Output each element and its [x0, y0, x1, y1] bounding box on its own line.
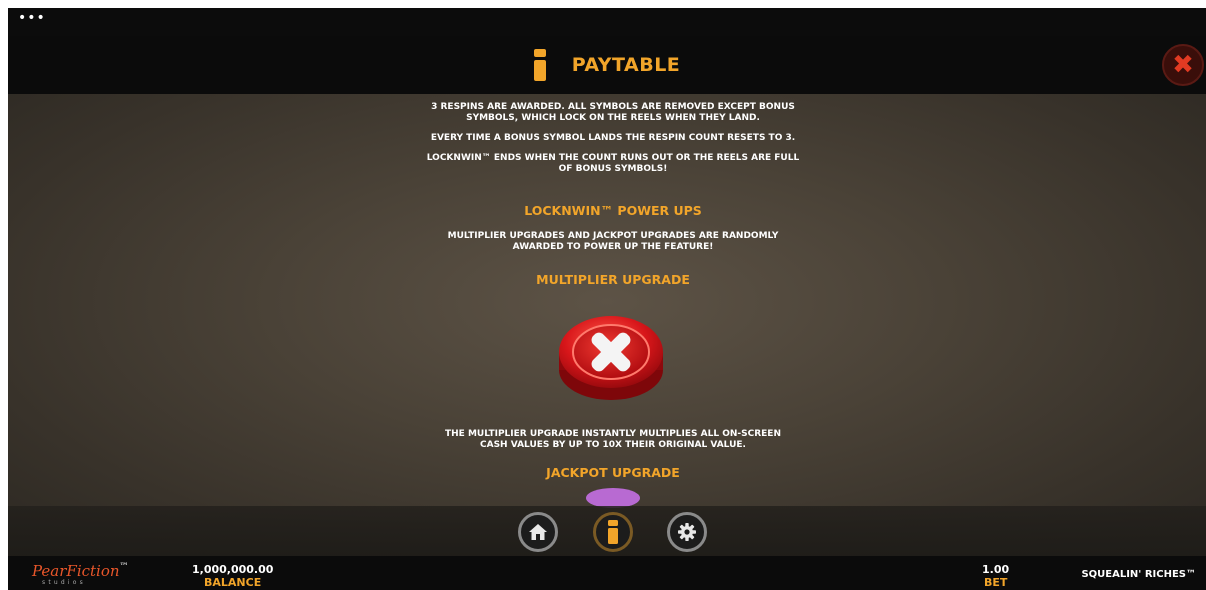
close-icon: ✖	[1172, 50, 1194, 80]
paytable-header: PAYTABLE ✖	[8, 36, 1206, 94]
info-icon	[533, 49, 546, 81]
balance-value: 1,000,000.00	[192, 563, 274, 576]
respin-reset-paragraph: EVERY TIME A BONUS SYMBOL LANDS THE RESP…	[430, 133, 796, 143]
page-title: PAYTABLE	[571, 54, 681, 76]
bet-value: 1.00	[982, 563, 1010, 576]
multiplier-heading: MULTIPLIER UPGRADE	[536, 272, 690, 287]
powerups-heading: LOCKNWIN™ POWER UPS	[524, 203, 702, 218]
studio-logo-sub: studios	[42, 579, 86, 586]
powerups-paragraph: MULTIPLIER UPGRADES AND JACKPOT UPGRADES…	[447, 231, 779, 252]
bet-label: BET	[984, 576, 1008, 589]
studio-logo: PearFiction™	[32, 562, 129, 580]
multiplier-paragraph: THE MULTIPLIER UPGRADE INSTANTLY MULTIPL…	[445, 429, 781, 450]
paytable-content[interactable]: 3 RESPINS ARE AWARDED. ALL SYMBOLS ARE R…	[8, 94, 1206, 556]
home-button[interactable]	[518, 512, 558, 552]
header-title-group: PAYTABLE	[8, 36, 1206, 94]
multiplier-upgrade-symbol	[555, 312, 667, 408]
paytable-nav-bar	[8, 506, 1206, 556]
studio-logo-name: PearFiction	[32, 562, 120, 580]
gear-icon	[678, 523, 696, 541]
info-button[interactable]	[593, 512, 633, 552]
close-button[interactable]: ✖	[1162, 44, 1204, 86]
game-footer: PearFiction™ studios 1,000,000.00 BALANC…	[8, 556, 1206, 590]
menu-dots[interactable]: •••	[18, 11, 46, 25]
game-name: SQUEALIN' RICHES™	[1081, 569, 1196, 580]
locknwin-end-paragraph: LOCKNWIN™ ENDS WHEN THE COUNT RUNS OUT O…	[426, 153, 800, 174]
studio-logo-tm: ™	[119, 562, 129, 572]
settings-button[interactable]	[667, 512, 707, 552]
balance-label: BALANCE	[204, 576, 262, 589]
jackpot-upgrade-symbol	[586, 488, 640, 508]
respins-paragraph: 3 RESPINS ARE AWARDED. ALL SYMBOLS ARE R…	[431, 102, 795, 123]
game-window: ••• PAYTABLE ✖ 3 RESPINS ARE AWARDED. AL…	[8, 8, 1206, 590]
info-icon	[608, 520, 618, 544]
home-icon	[529, 524, 547, 540]
jackpot-heading: JACKPOT UPGRADE	[546, 465, 680, 480]
